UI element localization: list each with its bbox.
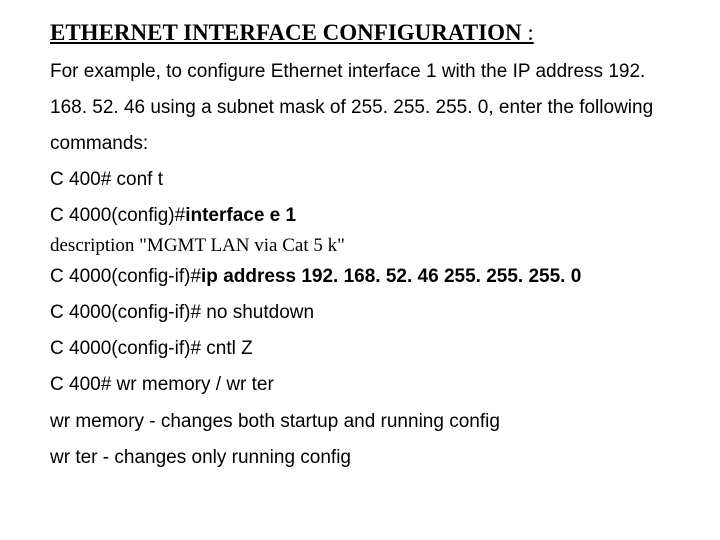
command-interface: interface e 1	[185, 205, 296, 226]
command-line-7: C 400# wr memory / wr ter	[50, 367, 670, 403]
heading-text: ETHERNET INTERFACE CONFIGURATION	[50, 20, 522, 45]
prompt-config: C 4000(config)#	[50, 205, 185, 226]
command-line-1: C 400# conf t	[50, 162, 670, 198]
section-heading: ETHERNET INTERFACE CONFIGURATION :	[50, 20, 670, 46]
command-line-2: C 4000(config)#interface e 1	[50, 198, 670, 234]
intro-paragraph: For example, to configure Ethernet inter…	[50, 54, 670, 162]
command-line-6: C 4000(config-if)# cntl Z	[50, 331, 670, 367]
heading-colon: :	[522, 20, 534, 45]
command-ip-address: ip address 192. 168. 52. 46 255. 255. 25…	[201, 266, 581, 287]
note-wr-ter: wr ter - changes only running config	[50, 440, 670, 476]
command-line-5: C 4000(config-if)# no shutdown	[50, 295, 670, 331]
command-line-4: C 4000(config-if)#ip address 192. 168. 5…	[50, 259, 670, 295]
prompt-config-if: C 4000(config-if)#	[50, 266, 201, 287]
description-line: description "MGMT LAN via Cat 5 k"	[50, 234, 670, 259]
note-wr-memory: wr memory - changes both startup and run…	[50, 404, 670, 440]
